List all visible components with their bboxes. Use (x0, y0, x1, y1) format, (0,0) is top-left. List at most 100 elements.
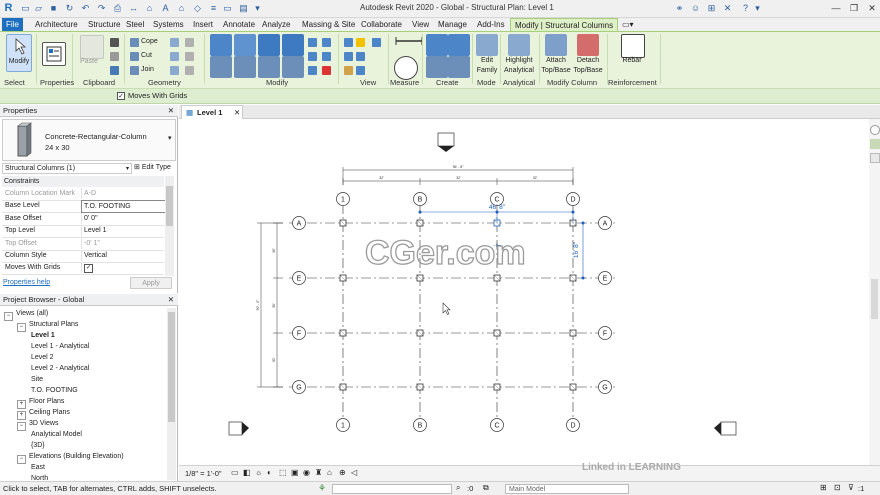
help-dropdown-icon[interactable]: ▾ (752, 3, 763, 14)
switch-windows-icon[interactable]: ▤ (238, 3, 249, 14)
tab-insert[interactable]: Insert (189, 18, 217, 31)
browser-item[interactable]: Ceiling Plans (29, 409, 70, 416)
paste-icon[interactable] (80, 35, 104, 59)
browser-item[interactable]: Level 2 - Analytical (31, 365, 89, 372)
edit-family-icon[interactable] (476, 34, 498, 56)
browser-item[interactable]: Analytical Model (31, 431, 82, 438)
help-icon[interactable]: ? (740, 3, 751, 14)
worksets-icon[interactable]: ⚘ (318, 483, 326, 494)
cart-icon[interactable]: ⊞ (706, 3, 717, 14)
highlight-displacement-icon[interactable]: ◁ (351, 468, 357, 477)
tab-add-ins[interactable]: Add-Ins (473, 18, 509, 31)
create-similar-icon[interactable] (448, 34, 470, 56)
select-links-icon[interactable]: ⊞ (820, 483, 827, 492)
customize-qat-icon[interactable]: ▾ (252, 3, 263, 14)
browser-item[interactable]: Level 1 (31, 332, 55, 339)
moves-with-grids-checkbox[interactable]: ✓ (84, 264, 93, 274)
print-icon[interactable]: ⎙ (112, 3, 123, 14)
tab-modify-structural-columns[interactable]: Modify | Structural Columns (510, 18, 619, 32)
tab-level-1[interactable]: ▦ Level 1 ✕ (181, 105, 243, 119)
view-tool-icon[interactable] (344, 38, 353, 47)
visual-style-icon[interactable]: ◧ (243, 468, 251, 477)
collapse-icon[interactable]: − (17, 323, 26, 332)
browser-item[interactable]: T.O. FOOTING (31, 387, 78, 394)
close-icon[interactable]: ✕ (168, 294, 174, 306)
browser-item[interactable]: Site (31, 376, 43, 383)
tab-annotate[interactable]: Annotate (219, 18, 259, 31)
create-assembly-icon[interactable] (448, 56, 470, 78)
sync-icon[interactable]: ↻ (64, 3, 75, 14)
property-value[interactable]: 0' 0" (81, 212, 166, 224)
workset-dropdown[interactable] (332, 484, 452, 494)
modify-button[interactable]: Modify (6, 34, 32, 72)
temporary-hide-icon[interactable]: ◉ (303, 468, 310, 477)
scale-icon[interactable] (308, 66, 317, 75)
show-crop-icon[interactable]: ▣ (291, 468, 299, 477)
tab-massing-site[interactable]: Massing & Site (298, 18, 359, 31)
join-label[interactable]: Join (141, 66, 154, 73)
geometry-tool-icon[interactable] (170, 38, 179, 47)
view-tool-icon[interactable] (344, 52, 353, 61)
instance-selector[interactable]: Structural Columns (1) ▾ (2, 163, 132, 174)
browser-item[interactable]: 3D Views (29, 420, 58, 427)
copy-element-icon[interactable] (234, 56, 256, 78)
create-parts-icon[interactable] (426, 56, 448, 78)
properties-help-link[interactable]: Properties help (3, 279, 50, 286)
rotate-icon[interactable] (258, 56, 280, 78)
property-row[interactable]: Top Offset -0' 1" (2, 237, 166, 251)
paint-icon[interactable] (344, 66, 353, 75)
browser-item[interactable]: Elevations (Building Elevation) (29, 453, 124, 460)
property-value[interactable]: T.O. FOOTING (81, 200, 167, 214)
redo-icon[interactable]: ↷ (96, 3, 107, 14)
constraints-group[interactable]: Constraints (2, 176, 164, 187)
property-value[interactable]: Vertical (81, 250, 166, 261)
temporary-dimension-horizontal[interactable]: 46' 8" (489, 204, 506, 211)
worksharing-icon[interactable]: ⊕ (339, 468, 346, 477)
steering-wheel-icon[interactable] (870, 125, 880, 135)
close-tab-icon[interactable]: ✕ (234, 106, 240, 119)
align-icon[interactable] (210, 34, 232, 56)
properties-icon[interactable] (42, 42, 66, 66)
shadows-icon[interactable]: ◐ (267, 468, 272, 477)
edit-type-button[interactable]: ⊞ Edit Type (134, 163, 171, 171)
elevation-marker-east[interactable] (720, 421, 737, 436)
property-value[interactable]: -0' 1" (81, 237, 166, 249)
design-option-dropdown[interactable]: Main Model (505, 484, 629, 494)
view-tool-icon[interactable] (372, 38, 381, 47)
browser-item[interactable]: Structural Plans (29, 321, 78, 328)
tab-manage[interactable]: Manage (434, 18, 471, 31)
filter-icon[interactable]: ⊽ (848, 483, 854, 492)
undo-icon[interactable]: ↶ (80, 3, 91, 14)
view-tool-icon[interactable] (356, 52, 365, 61)
folder-icon[interactable]: ▱ (33, 3, 44, 14)
3d-view-icon[interactable]: ⌂ (176, 3, 187, 14)
link-icon[interactable]: ⧉ (483, 483, 489, 493)
move-icon[interactable] (210, 56, 232, 78)
cut-geometry-icon[interactable] (130, 52, 139, 61)
zoom-options-icon[interactable] (870, 153, 880, 163)
attach-top-base-icon[interactable] (545, 34, 567, 56)
browser-item[interactable]: {3D} (31, 442, 45, 449)
type-selector[interactable]: Concrete-Rectangular-Column 24 x 30 ▾ (2, 119, 176, 161)
geometry-tool-icon[interactable] (170, 52, 179, 61)
structural-plan[interactable]: 1 1 B B C C D D A A E E F F G G 96' - 8" 32' 32' 32' 90' - 0… (179, 119, 869, 465)
cope-icon[interactable] (130, 38, 139, 47)
property-row[interactable]: Moves With Grids ✓ (2, 262, 164, 276)
zoom-icon[interactable] (870, 139, 880, 149)
highlight-analytical-icon[interactable] (508, 34, 530, 56)
detail-level-icon[interactable]: ▭ (231, 468, 239, 477)
join-icon[interactable] (130, 66, 139, 75)
browser-item[interactable]: Level 1 - Analytical (31, 343, 89, 350)
collapse-icon[interactable]: − (17, 455, 26, 464)
browser-item[interactable]: Views (all) (16, 310, 48, 317)
measure-tool-icon[interactable] (394, 34, 424, 48)
panel-label-select[interactable]: Select (4, 78, 25, 87)
restore-icon[interactable]: ❐ (848, 2, 860, 14)
close-icon[interactable]: ✕ (866, 2, 878, 14)
offset-icon[interactable] (234, 34, 256, 56)
cut-icon[interactable] (110, 38, 119, 47)
browser-item[interactable]: East (31, 464, 45, 471)
section-icon[interactable]: ◇ (192, 3, 203, 14)
analytical-model-icon[interactable]: ⌂ (327, 468, 332, 477)
drawing-canvas[interactable]: 1 1 B B C C D D A A E E F F G G 96' - 8" 32' 32' 32' 90' - 0… (179, 119, 869, 465)
